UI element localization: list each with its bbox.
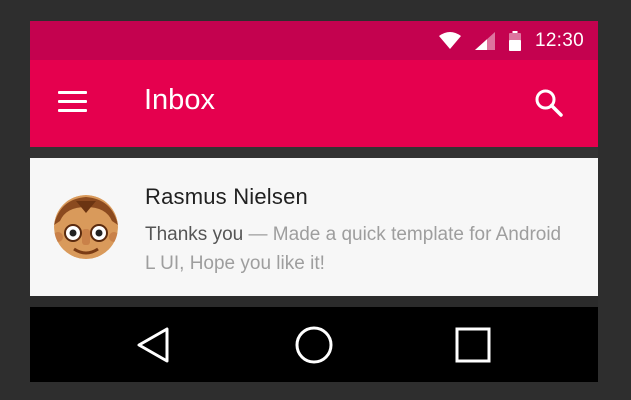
- preview-separator: —: [243, 224, 273, 245]
- back-icon[interactable]: [134, 325, 174, 365]
- sender-name: Rasmus Nielsen: [145, 184, 308, 209]
- phone-screen: 12:30 Inbox Rasmus Nielsen Thanks you — …: [30, 21, 598, 382]
- avatar[interactable]: [54, 195, 118, 259]
- search-icon[interactable]: [534, 88, 564, 118]
- navigation-bar: [30, 307, 598, 382]
- signal-icon: [474, 31, 495, 50]
- status-bar: 12:30: [30, 21, 598, 60]
- message-card[interactable]: Rasmus Nielsen Thanks you — Made a quick…: [30, 158, 598, 296]
- status-time: 12:30: [534, 29, 584, 51]
- wifi-icon: [438, 31, 461, 49]
- message-preview: Thanks you — Made a quick template for A…: [145, 220, 565, 278]
- message-subject: Thanks you: [145, 224, 244, 245]
- battery-icon: [508, 30, 521, 51]
- menu-icon[interactable]: [58, 91, 89, 113]
- app-title: Inbox: [144, 84, 215, 116]
- list-divider: [30, 147, 598, 158]
- recents-icon[interactable]: [453, 325, 493, 365]
- home-icon[interactable]: [294, 325, 334, 365]
- status-icons: 12:30: [438, 21, 584, 60]
- app-bar: Inbox: [30, 60, 598, 147]
